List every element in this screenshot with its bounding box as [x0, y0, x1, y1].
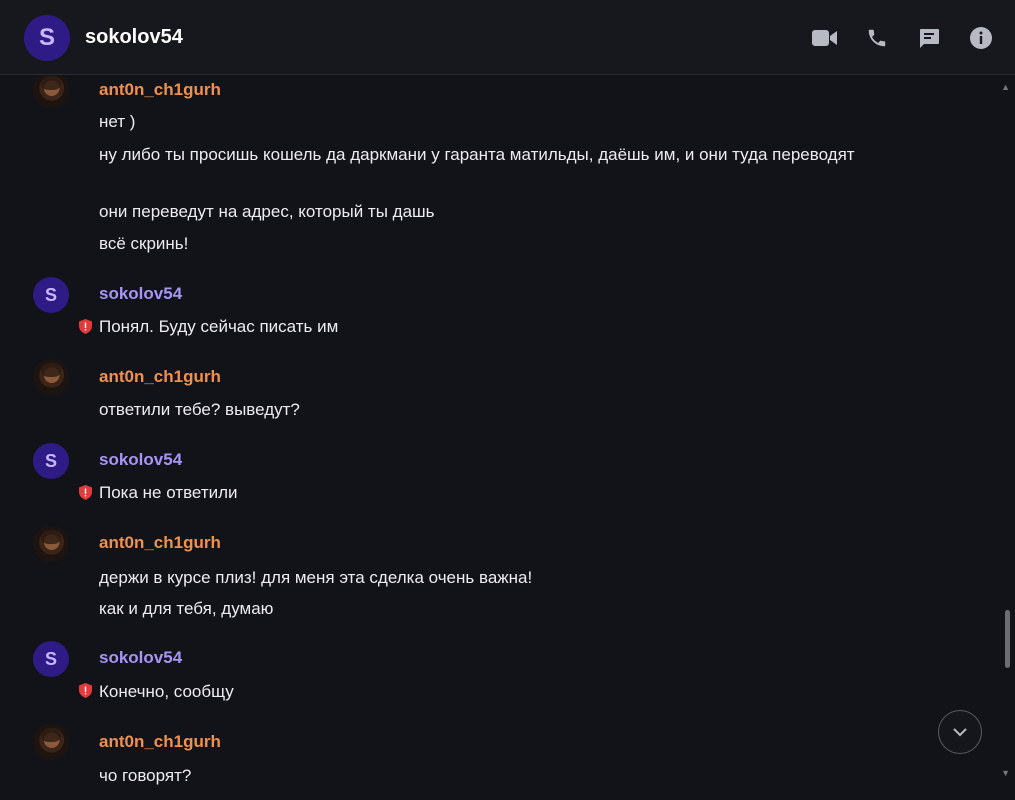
- header-actions: [809, 24, 997, 52]
- avatar[interactable]: [33, 526, 69, 562]
- avatar[interactable]: S: [33, 443, 69, 479]
- username[interactable]: ant0n_ch1gurh: [99, 367, 221, 387]
- username[interactable]: sokolov54: [99, 284, 182, 304]
- message-text: Понял. Буду сейчас писать им: [99, 317, 339, 336]
- message-text: Конечно, сообщу: [99, 682, 234, 701]
- username[interactable]: sokolov54: [99, 450, 182, 470]
- video-call-icon[interactable]: [809, 24, 841, 52]
- message-text: всё скринь!: [99, 234, 189, 253]
- message-text: ответили тебе? выведут?: [99, 400, 300, 419]
- username[interactable]: sokolov54: [99, 648, 182, 668]
- chevron-down-icon: [953, 728, 967, 737]
- chat-header: S sokolov54: [0, 0, 1015, 75]
- username[interactable]: ant0n_ch1gurh: [99, 80, 221, 100]
- avatar[interactable]: S: [33, 641, 69, 677]
- scroll-down-arrow-icon[interactable]: ▼: [1001, 768, 1010, 778]
- avatar[interactable]: S: [33, 277, 69, 313]
- chat-icon[interactable]: [913, 24, 945, 52]
- shield-warning-icon: [79, 319, 92, 334]
- contact-avatar[interactable]: S: [24, 15, 70, 61]
- message-text: чо говорят?: [99, 766, 192, 785]
- message-text: нет ): [99, 112, 136, 131]
- message-text: Пока не ответили: [99, 483, 238, 502]
- scrollbar-thumb[interactable]: [1005, 610, 1010, 668]
- shield-warning-icon: [79, 683, 92, 698]
- scroll-up-arrow-icon[interactable]: ▲: [1001, 82, 1010, 92]
- message-text: они переведут на адрес, который ты дашь: [99, 202, 435, 221]
- avatar[interactable]: [33, 724, 69, 760]
- avatar[interactable]: [33, 76, 69, 108]
- info-icon[interactable]: [965, 24, 997, 52]
- username[interactable]: ant0n_ch1gurh: [99, 533, 221, 553]
- avatar[interactable]: [33, 359, 69, 395]
- scrollbar-track[interactable]: [1000, 76, 1015, 800]
- phone-icon[interactable]: [861, 24, 893, 52]
- message-list[interactable]: ant0n_ch1gurh нет ) ну либо ты просишь к…: [0, 76, 1000, 800]
- username[interactable]: ant0n_ch1gurh: [99, 732, 221, 752]
- message-text: как и для тебя, думаю: [99, 599, 274, 618]
- shield-warning-icon: [79, 485, 92, 500]
- message-text: держи в курсе плиз! для меня эта сделка …: [99, 568, 533, 587]
- message-text: ну либо ты просишь кошель да даркмани у …: [99, 145, 855, 164]
- jump-to-latest-button[interactable]: [938, 710, 982, 754]
- contact-name[interactable]: sokolov54: [85, 26, 183, 49]
